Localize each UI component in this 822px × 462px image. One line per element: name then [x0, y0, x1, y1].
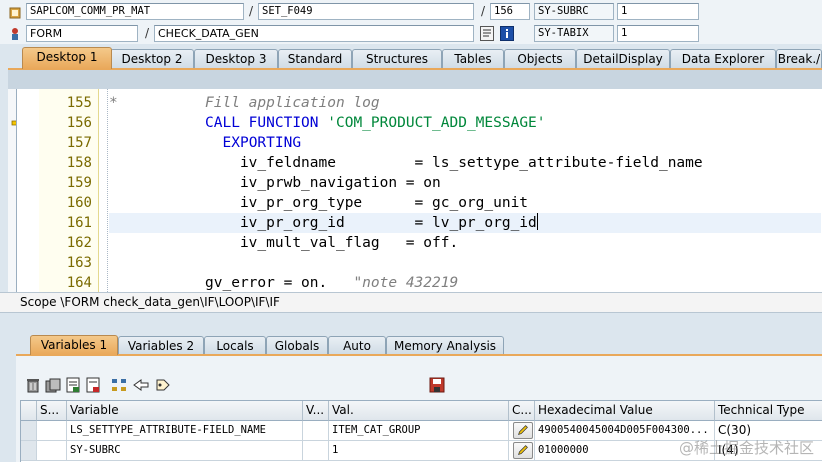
- pencil-icon[interactable]: [513, 442, 533, 459]
- save-layout-icon[interactable]: [84, 376, 102, 394]
- tab-standard[interactable]: Standard: [278, 49, 352, 69]
- event-type-field[interactable]: FORM: [26, 25, 138, 42]
- tab-desktop-1[interactable]: Desktop 1: [22, 47, 112, 69]
- code-line[interactable]: gv_error = on. "note 432219: [109, 273, 821, 292]
- col-header-c[interactable]: C...: [509, 401, 535, 421]
- variable-cell[interactable]: LS_SETTYPE_ATTRIBUTE-FIELD_NAME: [67, 421, 303, 441]
- info-icon[interactable]: [500, 26, 514, 41]
- row-selector[interactable]: [21, 421, 37, 441]
- source-code-editor[interactable]: 155 156 157 158 159 160 161 162 163 164 * Fill ap…: [16, 89, 822, 292]
- tab-tables[interactable]: Tables: [442, 49, 504, 69]
- navigate-icon[interactable]: [132, 376, 150, 394]
- code-area[interactable]: * Fill application log CALL FUNCTION 'CO…: [99, 89, 822, 292]
- line-number: 157: [66, 135, 92, 151]
- col-header-value[interactable]: Val.: [329, 401, 509, 421]
- include-name-field[interactable]: SET_F049: [258, 3, 474, 20]
- tab-structures[interactable]: Structures: [352, 49, 442, 69]
- tab-memory-analysis[interactable]: Memory Analysis: [386, 336, 504, 355]
- value-cell[interactable]: 1: [329, 441, 509, 461]
- sysvar2-value-field[interactable]: 1: [617, 25, 699, 42]
- program-icon: [9, 7, 21, 19]
- code-line[interactable]: iv_prwb_navigation = on: [109, 173, 821, 193]
- load-icon[interactable]: [64, 376, 82, 394]
- line-number: 161: [66, 215, 92, 231]
- variables-tabstrip: Variables 1 Variables 2 Locals Globals A…: [0, 335, 822, 355]
- code-line[interactable]: * Fill application log: [109, 93, 821, 113]
- pencil-icon[interactable]: [513, 422, 533, 439]
- code-line[interactable]: iv_mult_val_flag = off.: [109, 233, 821, 253]
- sysvar1-name-field[interactable]: SY-SUBRC: [534, 3, 614, 20]
- col-header-variable[interactable]: Variable: [67, 401, 303, 421]
- tab-auto[interactable]: Auto: [328, 336, 386, 355]
- line-number: 158: [66, 155, 92, 171]
- delete-all-icon[interactable]: [44, 376, 62, 394]
- debugger-info-area: SAPLCOM_COMM_PR_MAT / SET_F049 / 156 SY-…: [0, 0, 822, 44]
- sysvar2-name-field[interactable]: SY-TABIX: [534, 25, 614, 42]
- col-header-s[interactable]: S...: [37, 401, 67, 421]
- line-number: 160: [66, 195, 92, 211]
- save-icon[interactable]: [428, 376, 446, 394]
- tab-variables-1[interactable]: Variables 1: [30, 335, 118, 355]
- variables-toolbar: [24, 376, 814, 396]
- col-header-type[interactable]: Technical Type: [715, 401, 822, 421]
- tab-breakpoints[interactable]: Break./: [776, 49, 822, 69]
- line-number: 163: [66, 255, 92, 271]
- hierarchy-icon[interactable]: [110, 376, 128, 394]
- tag-icon[interactable]: [154, 376, 172, 394]
- tab-desktop-3[interactable]: Desktop 3: [194, 49, 278, 69]
- col-header-v[interactable]: V...: [303, 401, 329, 421]
- line-number: 156: [66, 115, 92, 131]
- code-line[interactable]: iv_feldname = ls_settype_attribute-field…: [109, 153, 821, 173]
- form-routine-icon: [12, 28, 18, 40]
- program-name-field[interactable]: SAPLCOM_COMM_PR_MAT: [26, 3, 244, 20]
- scope-bar: Scope \FORM check_data_gen\IF\LOOP\IF\IF: [0, 292, 822, 313]
- line-number: 159: [66, 175, 92, 191]
- event-name-field[interactable]: CHECK_DATA_GEN: [154, 25, 474, 42]
- sysvar1-value-field[interactable]: 1: [617, 3, 699, 20]
- line-number: 164: [66, 275, 92, 291]
- tab-data-explorer[interactable]: Data Explorer: [670, 49, 776, 69]
- code-line[interactable]: EXPORTING: [109, 133, 821, 153]
- row-selector[interactable]: [21, 441, 37, 461]
- line-number-field[interactable]: 156: [490, 3, 530, 20]
- tab-objects[interactable]: Objects: [504, 49, 576, 69]
- watermark: @稀土掘金技术社区: [678, 439, 814, 457]
- desktop-tabstrip: Desktop 1 Desktop 2 Desktop 3 Standard S…: [0, 47, 822, 69]
- program-info-row: SAPLCOM_COMM_PR_MAT / SET_F049 / 156 SY-…: [0, 3, 822, 23]
- text-cursor: [536, 213, 538, 230]
- line-number-gutter: 155 156 157 158 159 160 161 162 163 164: [39, 89, 99, 292]
- col-header-hex[interactable]: Hexadecimal Value: [535, 401, 715, 421]
- line-number: 155: [66, 95, 92, 111]
- tab-detaildisplay[interactable]: DetailDisplay: [576, 49, 670, 69]
- line-number: 162: [66, 235, 92, 251]
- tab-locals[interactable]: Locals: [204, 336, 266, 355]
- source-display-icon[interactable]: [480, 26, 494, 41]
- code-line[interactable]: [109, 253, 821, 273]
- code-line[interactable]: iv_pr_org_type = gc_org_unit: [109, 193, 821, 213]
- tab-desktop-2[interactable]: Desktop 2: [110, 49, 194, 69]
- tab-globals[interactable]: Globals: [266, 336, 328, 355]
- value-cell[interactable]: ITEM_CAT_GROUP: [329, 421, 509, 441]
- variable-cell[interactable]: SY-SUBRC: [67, 441, 303, 461]
- delete-icon[interactable]: [24, 376, 42, 394]
- event-info-row: FORM / CHECK_DATA_GEN SY-TABIX 1: [0, 25, 822, 45]
- code-line[interactable]: CALL FUNCTION 'COM_PRODUCT_ADD_MESSAGE': [109, 113, 821, 133]
- tab-variables-2[interactable]: Variables 2: [118, 336, 204, 355]
- source-code-frame: 155 156 157 158 159 160 161 162 163 164 * Fill ap…: [8, 70, 822, 292]
- code-line[interactable]: iv_pr_org_id = lv_pr_org_id: [109, 213, 821, 233]
